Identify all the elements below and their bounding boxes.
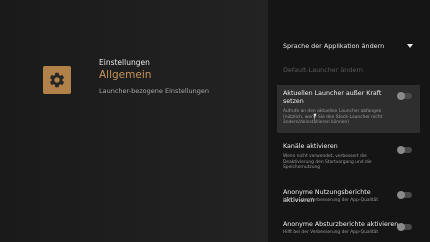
setting-title: Aktuellen Launcher außer Kraft setzen	[283, 90, 382, 105]
pointer-cursor-icon	[313, 113, 317, 121]
setting-override-launcher[interactable]: Aktuellen Launcher außer Kraft setzen Au…	[277, 85, 420, 133]
setting-description: Hilft bei der Verbesserung der App-Quali…	[283, 230, 379, 235]
page-title: Einstellungen	[99, 58, 150, 67]
language-select-label: Sprache der Applikation ändern	[283, 42, 385, 50]
toggle-switch[interactable]	[397, 191, 412, 199]
toggle-switch[interactable]	[397, 223, 412, 231]
chevron-down-icon	[407, 44, 413, 48]
setting-title: Anonyme Absturzberichte aktivieren	[283, 221, 399, 228]
toggle-knob	[397, 191, 405, 199]
setting-crash-reports[interactable]: Anonyme Absturzberichte aktivieren Hilft…	[277, 220, 420, 242]
setting-enable-channels[interactable]: Kanäle aktivieren Wenn nicht verwendet, …	[277, 142, 420, 178]
header-pane: Einstellungen Allgemein Launcher-bezogen…	[0, 0, 268, 242]
language-select[interactable]: Sprache der Applikation ändern	[283, 40, 415, 54]
setting-usage-reports[interactable]: Anonyme Nutzungsberichte aktivieren Hilf…	[277, 188, 420, 208]
setting-description: Aufrufe an den aktuellen Launcher abfang…	[283, 109, 383, 126]
toggle-knob	[397, 92, 405, 100]
toggle-switch[interactable]	[397, 92, 412, 100]
section-description: Launcher-bezogene Einstellungen	[99, 87, 210, 95]
setting-title: Kanäle aktivieren	[283, 143, 338, 150]
toggle-knob	[397, 146, 405, 154]
default-launcher-item[interactable]: Default-Launcher ändern	[283, 66, 363, 74]
section-title: Allgemein	[99, 69, 152, 81]
setting-description: Wenn nicht verwendet, verbessert die Dea…	[283, 154, 372, 171]
settings-list: Sprache der Applikation ändern Default-L…	[268, 0, 430, 242]
toggle-switch[interactable]	[397, 146, 412, 154]
settings-tile	[43, 66, 71, 94]
gear-icon	[49, 72, 65, 88]
toggle-knob	[397, 223, 405, 231]
setting-description: Hilft bei der Verbesserung der App-Quali…	[283, 198, 379, 203]
